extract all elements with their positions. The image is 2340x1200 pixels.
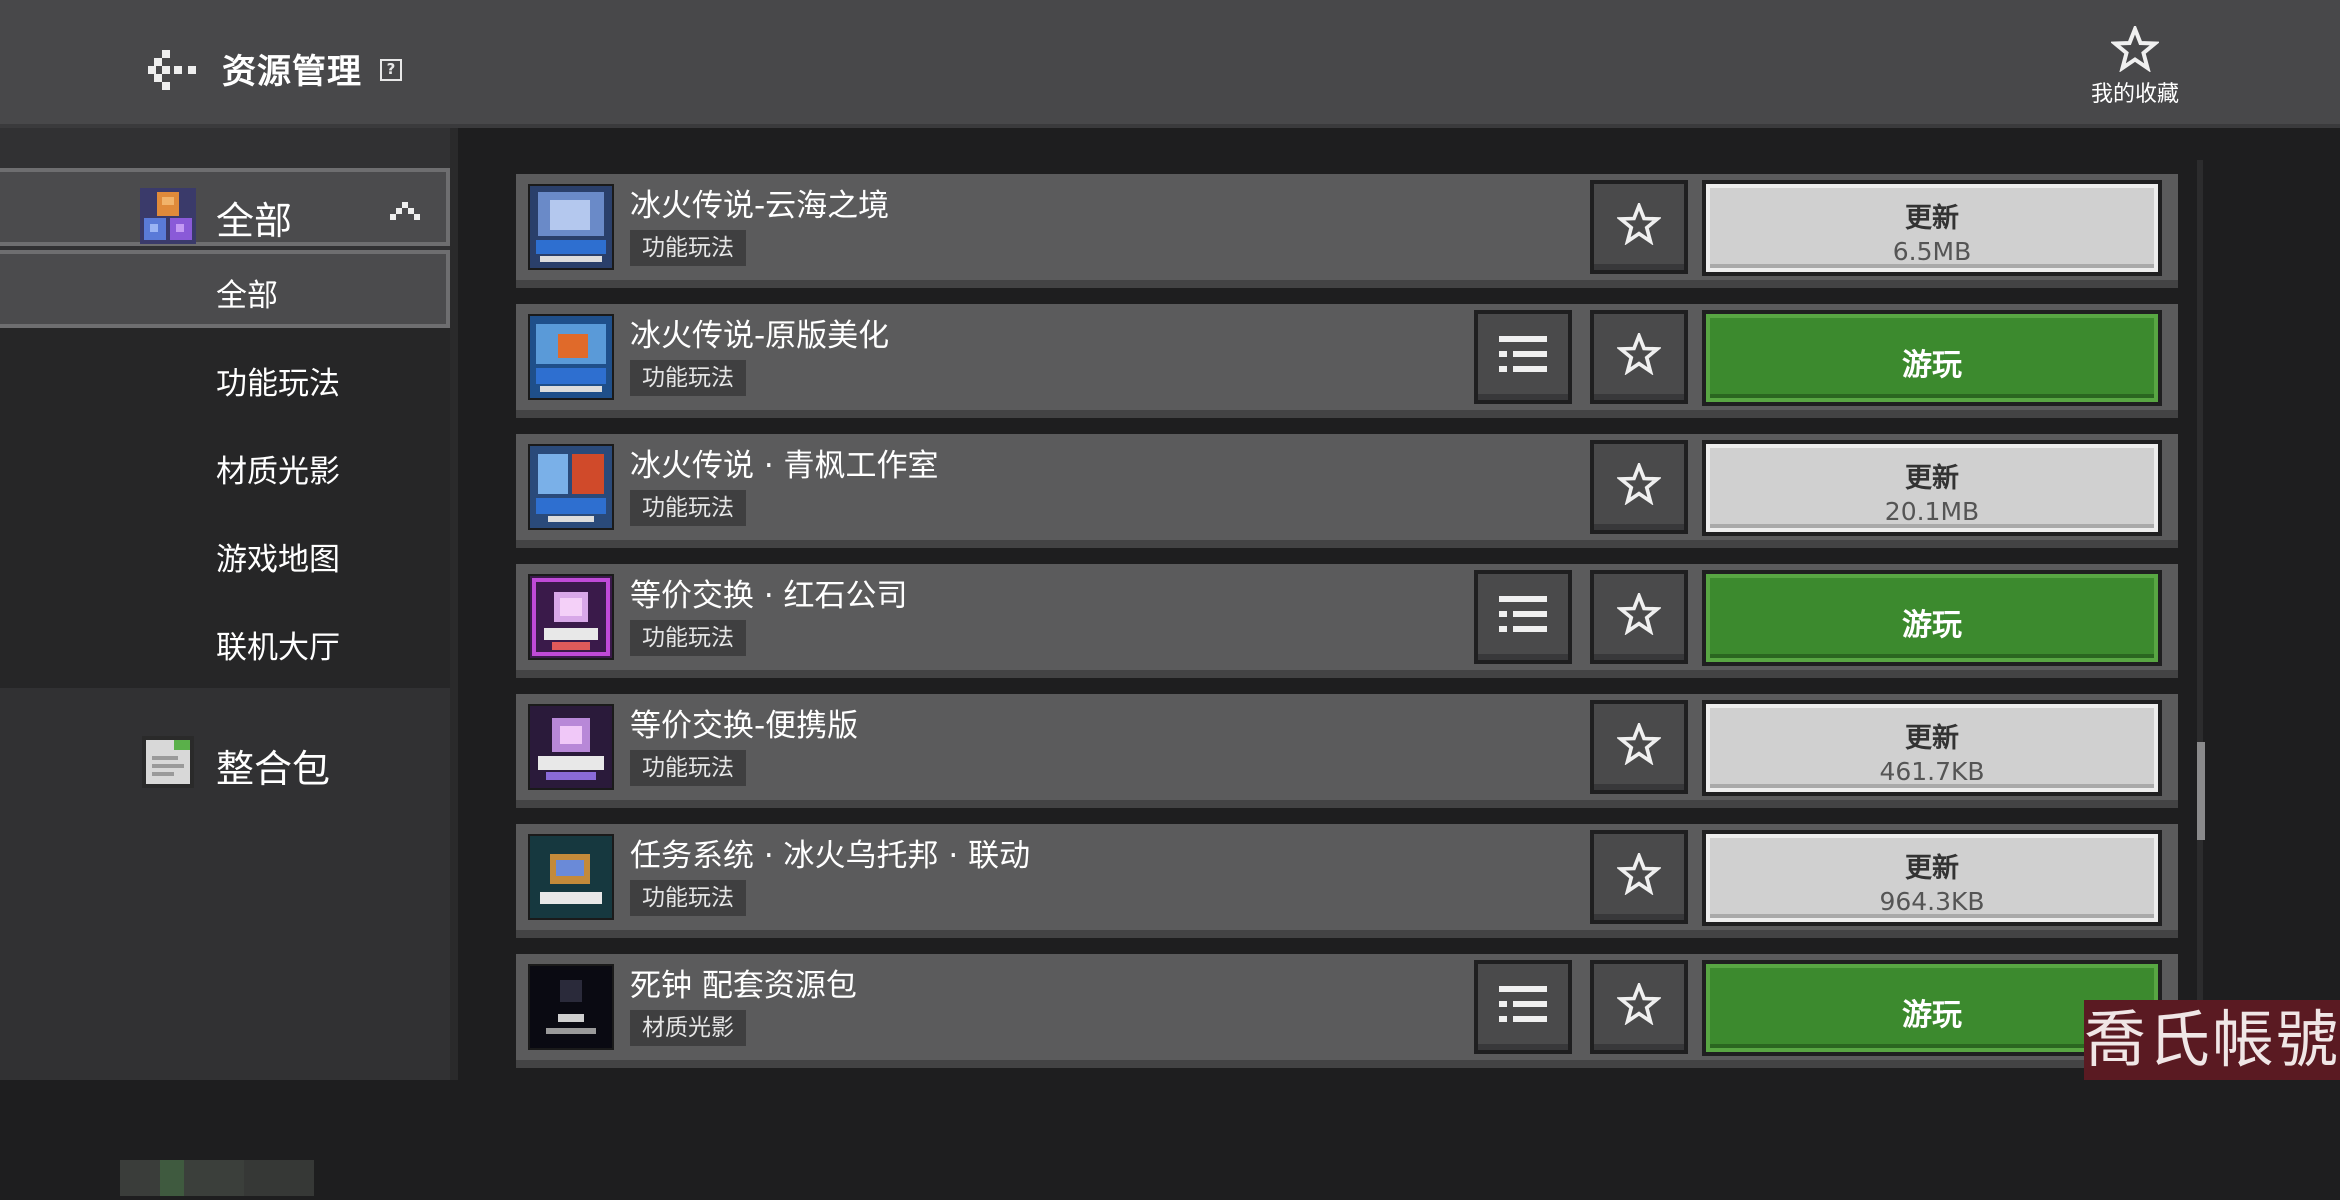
scrollbar-track[interactable] [2197, 160, 2203, 1040]
page-title: 资源管理 [222, 52, 362, 92]
star-icon [1617, 332, 1661, 375]
resource-thumbnail [528, 314, 614, 400]
resource-thumbnail [528, 574, 614, 660]
favorite-button[interactable] [1590, 830, 1688, 924]
sidebar: 全部 全部 功能玩法 材质光影 游戏地图 联机大厅 整合包 [0, 128, 450, 1196]
resource-tag: 功能玩法 [630, 750, 746, 786]
chevron-up-icon [390, 202, 420, 220]
resource-tag: 功能玩法 [630, 230, 746, 266]
star-icon [1617, 852, 1661, 895]
update-size: 6.5MB [1892, 237, 1972, 266]
update-size: 964.3KB [1879, 887, 1985, 916]
list-item[interactable]: 等价交换-便携版 功能玩法 更新 461.7KB [516, 694, 2178, 808]
watermark: 喬氏帳號 [2084, 1000, 2340, 1080]
sidebar-item-label: 全部 [216, 278, 278, 314]
play-button[interactable]: 游玩 [1702, 570, 2162, 666]
update-button[interactable]: 更新 20.1MB [1702, 440, 2162, 536]
category-all[interactable]: 全部 [0, 168, 450, 246]
action-label: 游玩 [1902, 608, 1962, 643]
help-icon[interactable]: ? [380, 59, 402, 81]
resource-thumbnail [528, 834, 614, 920]
star-icon [1617, 982, 1661, 1025]
blocks-icon [140, 188, 196, 244]
update-size: 20.1MB [1884, 497, 1980, 526]
update-size: 461.7KB [1879, 757, 1985, 786]
action-label: 游玩 [1902, 348, 1962, 383]
play-button[interactable]: 游玩 [1702, 310, 2162, 406]
update-button[interactable]: 更新 964.3KB [1702, 830, 2162, 926]
resource-tag: 功能玩法 [630, 880, 746, 916]
scrollbar-thumb[interactable] [2197, 742, 2205, 840]
category-label: 全部 [216, 199, 293, 243]
sidebar-item-all[interactable]: 全部 [0, 250, 450, 328]
sidebar-item-textures[interactable]: 材质光影 [0, 426, 450, 504]
sidebar-item-label: 材质光影 [216, 454, 340, 490]
sidebar-item-lobby[interactable]: 联机大厅 [0, 602, 450, 680]
favorite-button[interactable] [1590, 700, 1688, 794]
list-item[interactable]: 冰火传说 · 青枫工作室 功能玩法 更新 20.1MB [516, 434, 2178, 548]
favorites-button[interactable]: 我的收藏 [2080, 26, 2190, 114]
star-icon [1617, 202, 1661, 245]
resource-title: 冰火传说 · 青枫工作室 [630, 448, 939, 484]
favorites-label: 我的收藏 [2090, 82, 2179, 107]
resource-title: 等价交换 · 红石公司 [630, 578, 908, 614]
favorite-button[interactable] [1590, 440, 1688, 534]
resource-thumbnail [528, 964, 614, 1050]
resource-title: 等价交换-便携版 [630, 708, 859, 744]
resource-thumbnail [528, 184, 614, 270]
resource-tag: 功能玩法 [630, 360, 746, 396]
document-icon [142, 736, 194, 788]
sidebar-item-label: 游戏地图 [216, 542, 340, 578]
resource-thumbnail [528, 444, 614, 530]
resource-title: 任务系统 · 冰火乌托邦 · 联动 [630, 838, 1031, 874]
star-icon [2111, 26, 2159, 72]
favorite-button[interactable] [1590, 180, 1688, 274]
action-label: 更新 [1905, 463, 1959, 494]
sidebar-item-label: 功能玩法 [216, 366, 340, 402]
update-button[interactable]: 更新 461.7KB [1702, 700, 2162, 796]
star-icon [1617, 462, 1661, 505]
back-button[interactable] [148, 48, 202, 92]
sidebar-item-gameplay[interactable]: 功能玩法 [0, 338, 450, 416]
bundle-label: 整合包 [216, 747, 331, 791]
sidebar-item-label: 联机大厅 [216, 630, 340, 666]
list-item[interactable]: 冰火传说-原版美化 功能玩法 游玩 [516, 304, 2178, 418]
update-button[interactable]: 更新 6.5MB [1702, 180, 2162, 276]
star-icon [1617, 592, 1661, 635]
action-label: 更新 [1905, 853, 1959, 884]
star-icon [1617, 722, 1661, 765]
decorative-blur [120, 1160, 314, 1196]
sidebar-item-bundle[interactable]: 整合包 [0, 708, 450, 808]
back-arrow-icon [148, 50, 196, 90]
resource-title: 死钟 配套资源包 [630, 968, 857, 1004]
favorite-button[interactable] [1590, 310, 1688, 404]
list-item[interactable]: 等价交换 · 红石公司 功能玩法 游玩 [516, 564, 2178, 678]
menu-button[interactable] [1474, 310, 1572, 404]
list-menu-icon [1499, 985, 1547, 1022]
list-menu-icon [1499, 335, 1547, 372]
resource-tag: 功能玩法 [630, 490, 746, 526]
favorite-button[interactable] [1590, 960, 1688, 1054]
action-label: 更新 [1905, 203, 1959, 234]
favorite-button[interactable] [1590, 570, 1688, 664]
category-sub-list: 全部 功能玩法 材质光影 游戏地图 联机大厅 [0, 250, 450, 688]
resource-tag: 功能玩法 [630, 620, 746, 656]
resource-title: 冰火传说-云海之境 [630, 188, 890, 224]
menu-button[interactable] [1474, 960, 1572, 1054]
list-menu-icon [1499, 595, 1547, 632]
resource-title: 冰火传说-原版美化 [630, 318, 890, 354]
action-label: 更新 [1905, 723, 1959, 754]
list-item[interactable]: 死钟 配套资源包 材质光影 游玩 [516, 954, 2178, 1068]
sidebar-divider [450, 128, 458, 1080]
sidebar-item-maps[interactable]: 游戏地图 [0, 514, 450, 592]
resource-thumbnail [528, 704, 614, 790]
resource-tag: 材质光影 [630, 1010, 746, 1046]
resource-list[interactable]: 冰火传说-云海之境 功能玩法 更新 6.5MB 冰火传说-原版美化 功能玩法 游… [458, 132, 2340, 1080]
list-item[interactable]: 冰火传说-云海之境 功能玩法 更新 6.5MB [516, 174, 2178, 288]
menu-button[interactable] [1474, 570, 1572, 664]
list-item[interactable]: 任务系统 · 冰火乌托邦 · 联动 功能玩法 更新 964.3KB [516, 824, 2178, 938]
top-bar: 资源管理 ? 我的收藏 [0, 0, 2340, 128]
